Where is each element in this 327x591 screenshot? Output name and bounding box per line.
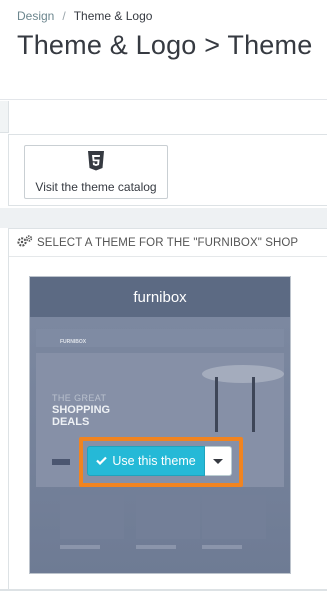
preview-product-tile bbox=[202, 495, 266, 539]
theme-card[interactable]: furnibox FURNIBOX THE GREAT SHOPPING DEA… bbox=[29, 276, 291, 574]
catalog-panel: Visit the theme catalog bbox=[8, 134, 327, 206]
preview-footer-bar bbox=[202, 545, 242, 549]
theme-options-dropdown-button[interactable] bbox=[205, 446, 232, 476]
theme-select-panel: SELECT A THEME FOR THE "FURNIBOX" SHOP f… bbox=[8, 228, 327, 591]
panel-heading: SELECT A THEME FOR THE "FURNIBOX" SHOP bbox=[9, 229, 327, 257]
preview-logo: FURNIBOX bbox=[60, 339, 87, 345]
html5-icon bbox=[88, 150, 104, 176]
preview-product-tile bbox=[60, 495, 124, 539]
breadcrumb: Design / Theme & Logo bbox=[17, 9, 152, 23]
page-title: Theme & Logo > Theme bbox=[17, 30, 313, 60]
breadcrumb-separator: / bbox=[62, 9, 66, 23]
page-header: Design / Theme & Logo Theme & Logo > The… bbox=[0, 0, 327, 100]
breadcrumb-design[interactable]: Design bbox=[17, 9, 54, 23]
preview-footer-bar bbox=[60, 545, 100, 549]
toolbar-panel bbox=[8, 101, 327, 133]
catalog-area: Visit the theme catalog bbox=[0, 134, 327, 208]
preview-headline-line-1: SHOPPING bbox=[52, 404, 111, 416]
check-icon bbox=[96, 454, 108, 468]
use-this-theme-button[interactable]: Use this theme bbox=[87, 446, 205, 476]
preview-footer-bar bbox=[136, 545, 176, 549]
use-theme-button-group: Use this theme bbox=[87, 446, 232, 476]
preview-hero-button bbox=[52, 459, 70, 465]
visit-theme-catalog-button[interactable]: Visit the theme catalog bbox=[24, 145, 168, 199]
theme-name: furnibox bbox=[30, 277, 290, 317]
section-gap bbox=[0, 208, 327, 228]
panel-heading-title: SELECT A THEME FOR THE "FURNIBOX" SHOP bbox=[37, 236, 299, 249]
preview-tagline: THE GREAT bbox=[52, 393, 107, 403]
preview-table-leg bbox=[252, 377, 255, 432]
toolbar-strip bbox=[0, 101, 327, 133]
breadcrumb-current: Theme & Logo bbox=[73, 9, 153, 23]
cogs-icon bbox=[17, 234, 33, 252]
preview-headline-line-2: DEALS bbox=[52, 416, 90, 428]
visit-theme-catalog-label: Visit the theme catalog bbox=[35, 179, 157, 194]
preview-headline: SHOPPING DEALS bbox=[52, 404, 110, 428]
preview-table-leg bbox=[215, 377, 218, 432]
preview-product-tile bbox=[136, 495, 200, 539]
caret-down-icon bbox=[213, 458, 223, 464]
use-this-theme-label: Use this theme bbox=[112, 454, 196, 468]
